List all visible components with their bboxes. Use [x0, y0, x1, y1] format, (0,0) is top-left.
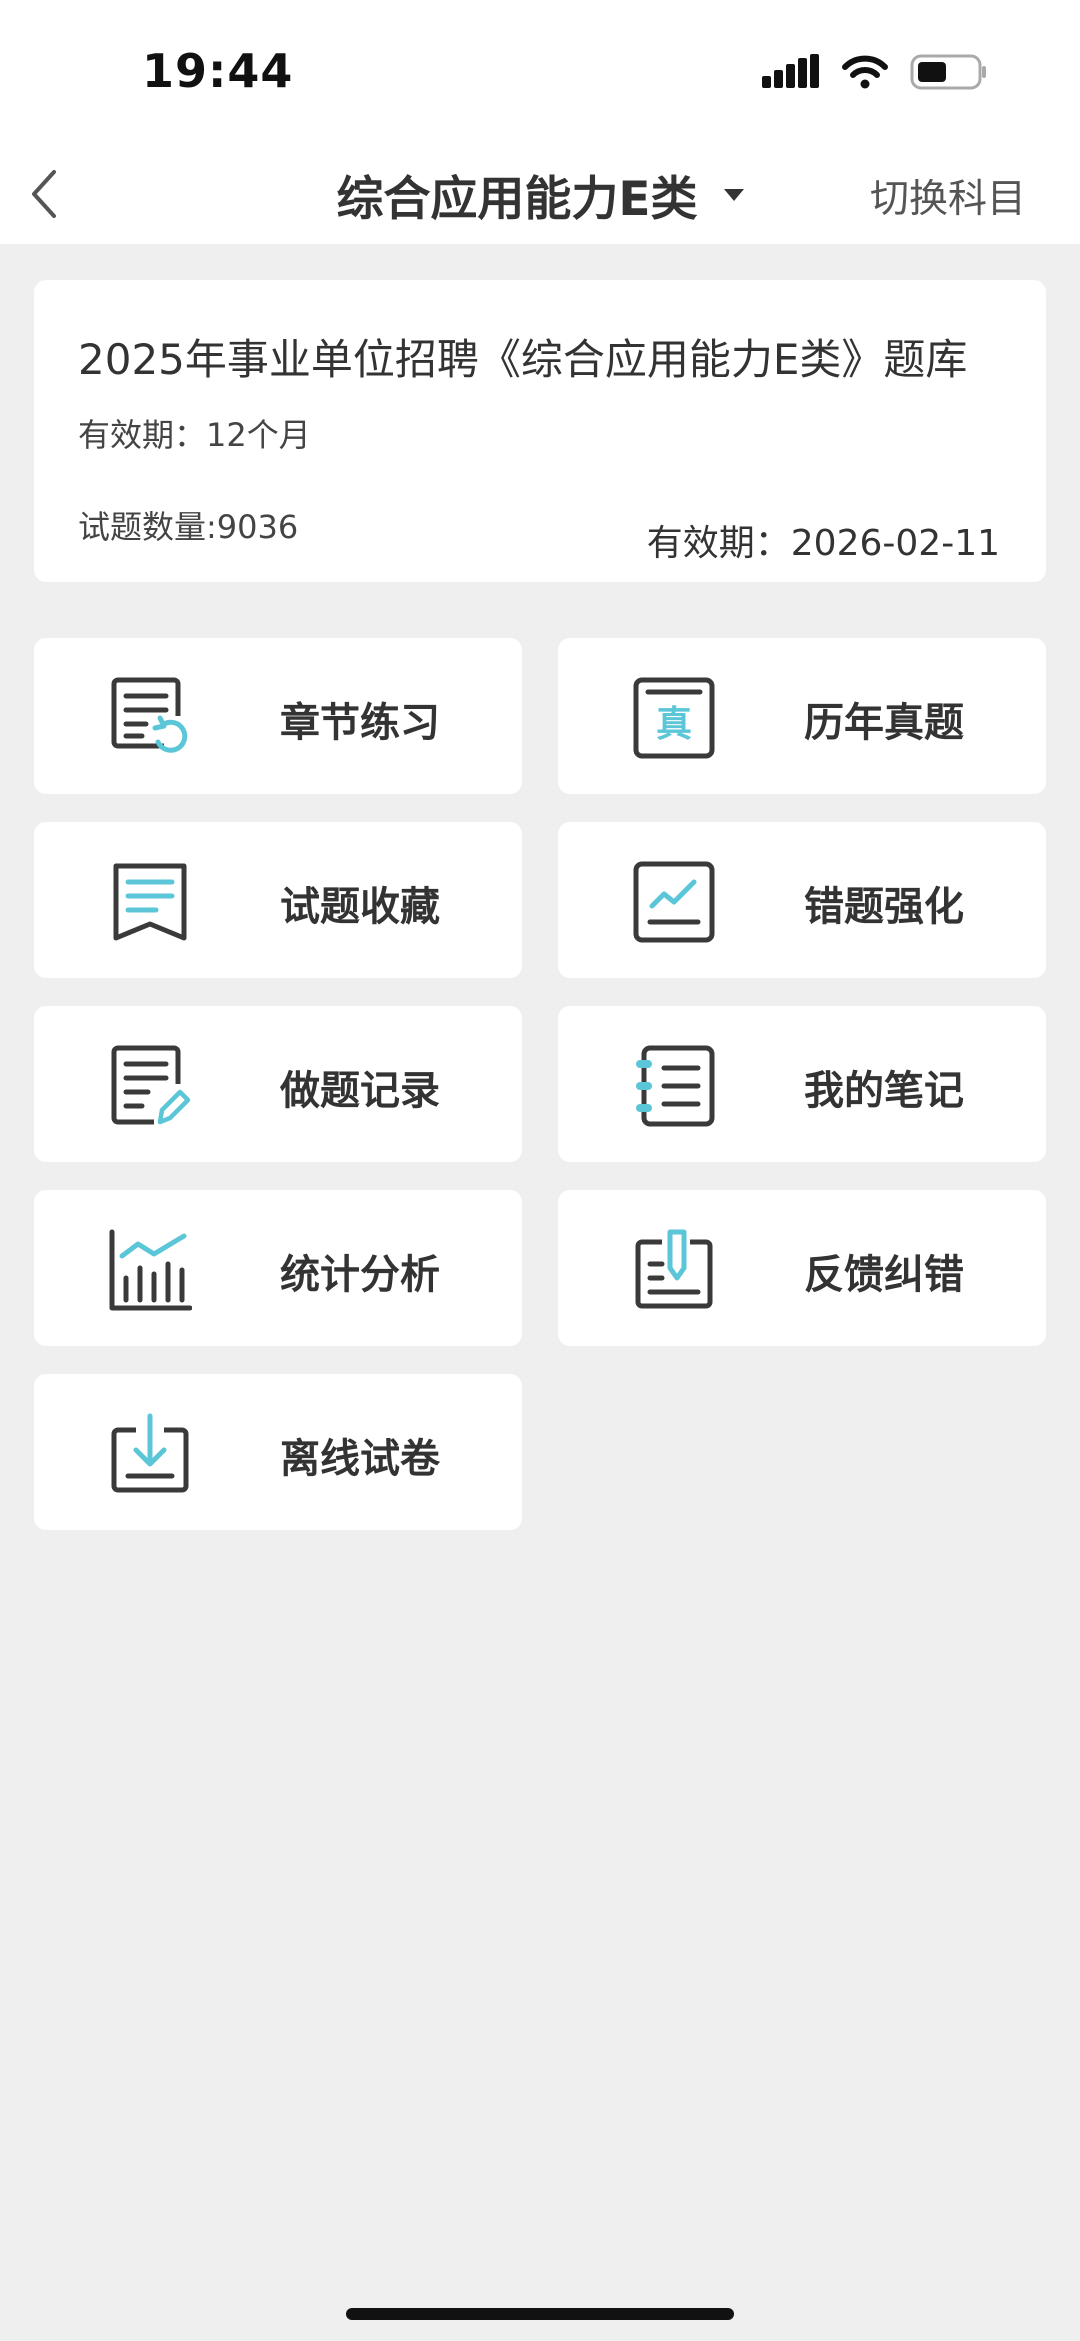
- expire-date: 有效期：2026-02-11: [646, 523, 1000, 564]
- menu-label: 试题收藏: [280, 884, 440, 930]
- menu-offline-papers[interactable]: 离线试卷: [34, 1374, 522, 1530]
- menu-favorites[interactable]: 试题收藏: [34, 822, 522, 978]
- menu-label: 章节练习: [280, 700, 440, 746]
- menu-label: 错题强化: [804, 884, 964, 930]
- wifi-icon: [842, 55, 888, 89]
- chapter-practice-icon: [111, 677, 188, 753]
- notes-icon: [636, 1045, 715, 1127]
- page-title: 综合应用能力E类: [336, 172, 698, 227]
- menu-wrong-questions[interactable]: 错题强化: [558, 822, 1046, 978]
- menu-notes[interactable]: 我的笔记: [558, 1006, 1046, 1162]
- menu-chapter-practice[interactable]: 章节练习: [34, 638, 522, 794]
- menu-label: 离线试卷: [280, 1436, 440, 1482]
- battery-icon: [910, 54, 986, 90]
- menu-statistics[interactable]: 统计分析: [34, 1190, 522, 1346]
- bank-title: 2025年事业单位招聘《综合应用能力E类》题库: [78, 335, 968, 384]
- past-exams-icon: 真: [633, 677, 715, 759]
- svg-text:真: 真: [656, 704, 692, 745]
- status-icons: [762, 52, 988, 92]
- menu-label: 历年真题: [804, 700, 964, 746]
- feedback-icon: [635, 1229, 713, 1309]
- menu-feedback[interactable]: 反馈纠错: [558, 1190, 1046, 1346]
- status-time: 19:44: [142, 44, 294, 98]
- menu-label: 我的笔记: [804, 1068, 964, 1114]
- home-indicator: [346, 2308, 734, 2320]
- status-bar: 19:44: [0, 0, 1080, 142]
- offline-papers-icon: [111, 1413, 189, 1493]
- statistics-icon: [109, 1229, 192, 1311]
- signal-icon: [762, 54, 819, 88]
- nav-bar: 综合应用能力E类 切换科目: [0, 142, 1080, 244]
- menu-label: 统计分析: [280, 1252, 440, 1298]
- wrong-questions-icon: [633, 861, 715, 943]
- menu-past-exams[interactable]: 真 历年真题: [558, 638, 1046, 794]
- menu-label: 做题记录: [280, 1068, 440, 1114]
- favorites-icon: [113, 863, 187, 941]
- question-bank-card: 2025年事业单位招聘《综合应用能力E类》题库 有效期：12个月 试题数量:90…: [34, 280, 1046, 582]
- question-count: 试题数量:9036: [78, 508, 299, 546]
- caret-down-icon: [723, 188, 744, 201]
- menu-practice-record[interactable]: 做题记录: [34, 1006, 522, 1162]
- practice-record-icon: [111, 1045, 191, 1125]
- menu-label: 反馈纠错: [804, 1252, 964, 1298]
- switch-subject-button[interactable]: 切换科目: [870, 168, 1026, 224]
- validity-period: 有效期：12个月: [78, 416, 311, 454]
